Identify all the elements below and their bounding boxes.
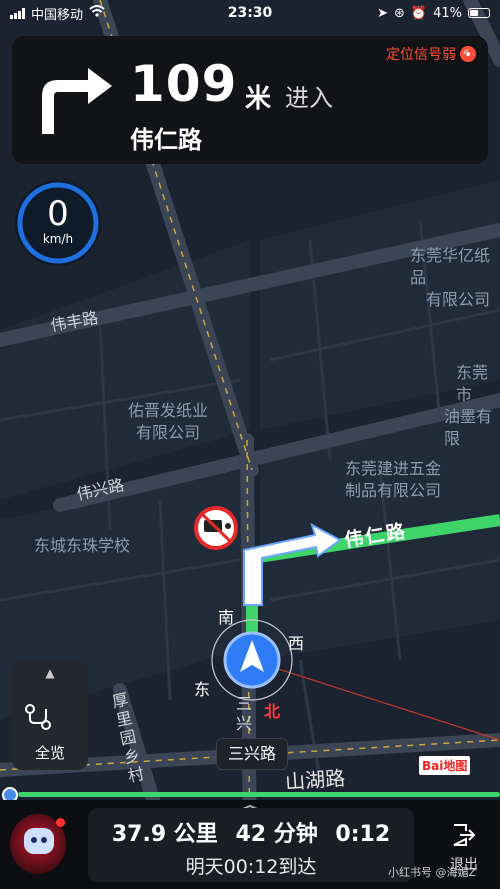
watermark: 小红书号 @海媚Z: [388, 866, 477, 879]
turn-distance: 109: [130, 55, 238, 113]
speed-unit: km/h: [42, 232, 74, 246]
compass-east: 东: [194, 680, 211, 699]
notification-dot: [56, 818, 65, 827]
status-bar: 中国移动 23:30 ➤ ⊛ ⏰ 41%: [0, 0, 500, 26]
gps-weak-warning: 定位信号弱: [386, 44, 476, 64]
turn-instruction-card[interactable]: 109 米 进入 伟仁路 定位信号弱: [12, 36, 488, 164]
alarm-icon: ⏰: [410, 5, 428, 21]
assistant-robot-icon: [24, 828, 54, 854]
compass-south: 南: [218, 608, 235, 627]
current-road-name: 三兴路: [216, 738, 288, 770]
distance-unit: 米: [245, 84, 272, 114]
compass-north: 北: [264, 702, 281, 721]
eta-clock-time: 0:12: [335, 822, 391, 847]
road-label-vertical: 三兴: [236, 694, 253, 733]
carrier-name: 中国移动: [31, 7, 84, 23]
speedometer: 0 km/h: [15, 180, 101, 266]
poi-label: 东莞市 油墨有限: [444, 363, 493, 448]
poi-label: 东莞华亿纸品 有限公司: [410, 246, 491, 309]
battery-icon: [468, 8, 490, 18]
wifi-icon: [89, 5, 105, 21]
poi-label: 东莞建进五金 制品有限公司: [345, 459, 442, 500]
trip-summary: 37.9 公里 42 分钟 0:12: [88, 816, 414, 848]
battery-percent: 41%: [433, 5, 462, 21]
status-time: 23:30: [227, 5, 273, 21]
baidu-map-logo: Bai地图: [419, 756, 471, 775]
expand-up-icon[interactable]: ▲: [12, 666, 88, 680]
route-progress-bar: [0, 787, 500, 803]
signal-icon: [10, 7, 25, 19]
turn-action: 进入: [285, 84, 333, 112]
compass-west: 西: [288, 634, 305, 653]
next-road-name: 伟仁路: [130, 126, 202, 154]
exit-icon: [453, 824, 476, 846]
route-overview-icon[interactable]: [23, 702, 53, 736]
remaining-time: 42 分钟: [235, 822, 318, 847]
poi-label: 佑晋发纸业 有限公司: [128, 401, 209, 442]
route-progress-fill: [18, 792, 500, 797]
speed-value: 0: [47, 194, 69, 234]
remaining-distance: 37.9 公里: [111, 822, 218, 847]
overview-button-label[interactable]: 全览: [12, 742, 88, 763]
lock-rotation-icon: ⊛: [394, 5, 405, 21]
poi-label-school: 东城东珠学校: [34, 536, 131, 555]
satellite-icon: [460, 46, 476, 62]
turn-right-icon: [42, 68, 112, 134]
location-arrow-icon: ➤: [377, 5, 388, 21]
arrival-time: 明天00:12到达: [185, 856, 317, 878]
